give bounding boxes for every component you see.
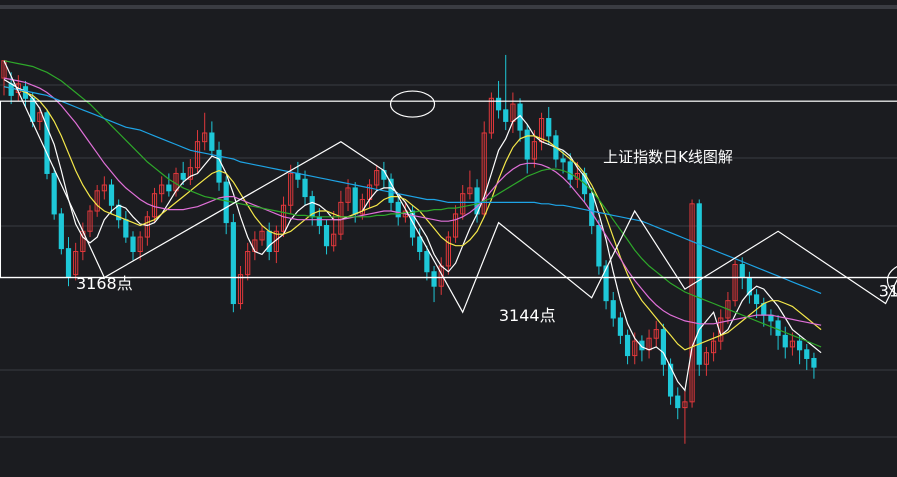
candle-body [617, 317, 624, 336]
candle-body [503, 109, 509, 122]
price-annotation: 3168点 [76, 274, 133, 293]
candle-body [266, 230, 272, 253]
candle-body [417, 236, 423, 253]
candle-body [567, 161, 573, 180]
candle-body [431, 271, 437, 287]
candle-body [230, 222, 236, 305]
candle-body [610, 300, 616, 319]
candle-body [524, 129, 530, 160]
candle-body [316, 216, 322, 226]
candle-body [58, 213, 64, 250]
candle-body [424, 251, 430, 273]
candle-body [302, 178, 308, 198]
candle-body [696, 203, 702, 365]
candle-body [216, 149, 222, 183]
chart-title: 上证指数日K线图解 [603, 148, 733, 166]
candle-body [811, 357, 817, 368]
candle-body [209, 132, 215, 151]
candle-body [782, 334, 788, 348]
candle-body [8, 83, 14, 96]
candle-body [223, 181, 229, 224]
candle-body [395, 201, 401, 218]
candle-body [675, 395, 681, 409]
candle-body [108, 184, 115, 206]
price-annotation: 3151点 [879, 281, 897, 300]
candle-body [546, 118, 552, 137]
candle-body [753, 294, 760, 305]
candle-body [166, 184, 172, 192]
candle-body [495, 97, 502, 111]
candle-body [51, 172, 57, 215]
candle-body [65, 248, 72, 279]
price-annotation: 3144点 [499, 306, 556, 325]
candle-body [123, 219, 129, 238]
candle-body [804, 349, 810, 359]
candle-body [352, 187, 358, 215]
candle-body [660, 329, 667, 365]
candle-body [624, 334, 631, 357]
candle-body [796, 340, 803, 351]
candle-body [180, 172, 186, 180]
candle-body [775, 320, 781, 336]
candle-body [739, 264, 745, 279]
kline-chart: 3276.78-3281.733085.05-3089.12 3322点3168… [0, 0, 897, 477]
candle-body [130, 236, 136, 253]
candle-body [381, 170, 387, 180]
candle-body [323, 224, 330, 247]
candle-body [560, 158, 566, 163]
candle-body [596, 224, 602, 267]
